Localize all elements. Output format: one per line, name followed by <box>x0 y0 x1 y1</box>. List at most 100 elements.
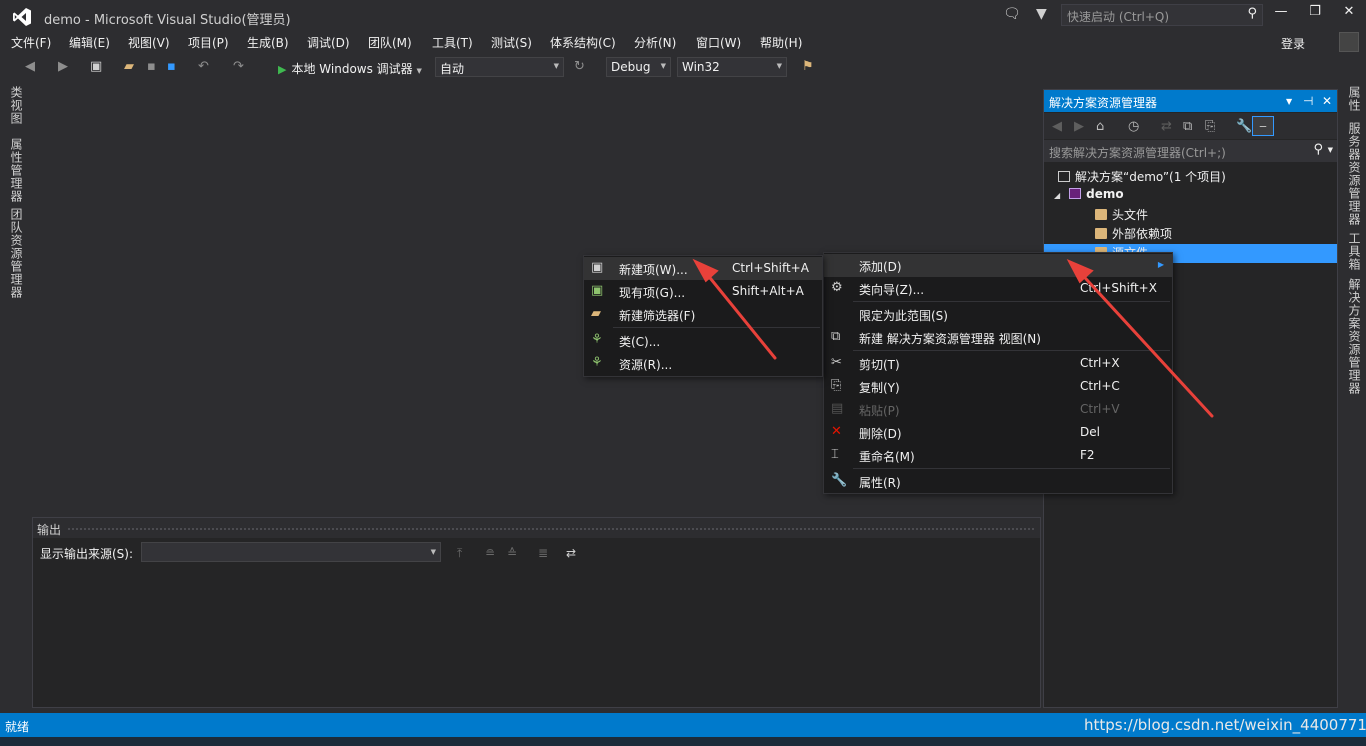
close-button[interactable]: ✕ <box>1339 4 1359 24</box>
menu-item-label: 类向导(Z)... <box>859 283 925 297</box>
refresh-icon[interactable]: ↻ <box>574 59 585 74</box>
menu-architecture[interactable]: 体系结构(C) <box>550 34 616 51</box>
tree-item-solution[interactable]: 解决方案“demo”(1 个项目) <box>1058 168 1226 187</box>
output-panel: 输出 显示输出来源(S): ▼ ⤒ ≘ ≙ ≣ ⇄ <box>32 517 1041 708</box>
class-icon: ⚘ <box>591 332 603 347</box>
menu-analyze[interactable]: 分析(N) <box>634 34 676 51</box>
menu-team[interactable]: 团队(M) <box>368 34 412 51</box>
configuration-select[interactable]: Debug ▼ <box>606 57 671 77</box>
show-all-files-icon[interactable]: ⎘ <box>1205 119 1215 134</box>
debug-type-select[interactable]: 自动 ▼ <box>435 57 564 77</box>
menu-item-properties[interactable]: 🔧 属性(R) <box>824 470 1172 493</box>
find-in-files-icon[interactable]: ⚑ <box>802 59 814 74</box>
tab-server-explorer[interactable]: 服务器资源管理器 <box>1346 122 1363 226</box>
clear-all-icon[interactable]: ≣ <box>538 546 548 560</box>
forward-icon[interactable]: ▶ <box>1074 119 1084 134</box>
minimize-button[interactable]: — <box>1271 4 1291 24</box>
submenu-item-class[interactable]: ⚘ 类(C)... <box>584 329 822 352</box>
menu-help[interactable]: 帮助(H) <box>760 34 802 51</box>
right-tool-tabs: 属性 服务器资源管理器 工具箱 解决方案资源管理器 <box>1338 80 1366 710</box>
back-icon[interactable]: ◀ <box>1052 119 1062 134</box>
menu-edit[interactable]: 编辑(E) <box>69 34 110 51</box>
tab-solution-explorer[interactable]: 解决方案资源管理器 <box>1346 278 1363 395</box>
output-title: 输出 <box>37 523 62 537</box>
start-debugging-button[interactable]: ▶ 本地 Windows 调试器 ▼ <box>278 57 422 77</box>
pin-icon[interactable]: ⊣ <box>1303 94 1313 108</box>
redo-icon[interactable]: ↷ <box>233 59 244 74</box>
tree-item-label: 外部依赖项 <box>1112 227 1173 241</box>
filter-icon[interactable]: ▼ <box>1036 6 1047 22</box>
menu-item-new-view[interactable]: ⧉ 新建 解决方案资源管理器 视图(N) <box>824 326 1172 349</box>
menu-debug[interactable]: 调试(D) <box>307 34 350 51</box>
menu-item-paste[interactable]: ▤ 粘贴(P) Ctrl+V <box>824 398 1172 421</box>
menu-tools[interactable]: 工具(T) <box>432 34 473 51</box>
back-icon[interactable]: ◀ <box>25 59 35 74</box>
tab-properties[interactable]: 属性 <box>1346 86 1363 112</box>
quick-launch-input[interactable]: 快速启动 (Ctrl+Q) ⚲ <box>1061 4 1263 26</box>
menu-view[interactable]: 视图(V) <box>128 34 170 51</box>
tree-item-external-deps[interactable]: 外部依赖项 <box>1095 225 1172 244</box>
menu-item-scope-to-this[interactable]: 限定为此范围(S) <box>824 303 1172 326</box>
folder-icon: ▰ <box>591 306 601 321</box>
menu-item-shortcut: Ctrl+C <box>1080 379 1120 393</box>
menu-item-delete[interactable]: ✕ 删除(D) Del <box>824 421 1172 444</box>
previous-message-icon[interactable]: ≘ <box>485 546 495 560</box>
output-source-select[interactable]: ▼ <box>141 542 441 562</box>
solution-explorer-title: 解决方案资源管理器 <box>1049 96 1158 110</box>
preview-icon[interactable]: ⎯ <box>1252 116 1274 136</box>
save-all-icon[interactable]: ▪ <box>167 59 176 74</box>
forward-icon[interactable]: ▶ <box>58 59 68 74</box>
solution-search-input[interactable]: 搜索解决方案资源管理器(Ctrl+;) ⚲ ▼ <box>1044 140 1337 162</box>
menu-test[interactable]: 测试(S) <box>491 34 532 51</box>
open-file-icon[interactable]: ▰ <box>124 59 134 74</box>
menu-build[interactable]: 生成(B) <box>247 34 289 51</box>
save-icon[interactable]: ▪ <box>147 59 156 74</box>
submenu-item-existing-item[interactable]: ▣ 现有项(G)... Shift+Alt+A <box>584 280 822 303</box>
tree-item-project[interactable]: ◢ demo <box>1054 187 1124 206</box>
chevron-down-icon: ▼ <box>553 62 559 70</box>
menu-item-shortcut: Ctrl+Shift+A <box>732 261 809 275</box>
collapse-all-icon[interactable]: ⧉ <box>1183 119 1192 134</box>
chevron-down-icon: ▼ <box>416 67 422 75</box>
tree-item-label: 解决方案“demo”(1 个项目) <box>1075 170 1226 184</box>
menu-item-rename[interactable]: ⌶ 重命名(M) F2 <box>824 444 1172 467</box>
feedback-icon[interactable]: 🗨 <box>1003 6 1021 22</box>
menu-item-class-wizard[interactable]: ⚙ 类向导(Z)... Ctrl+Shift+X <box>824 277 1172 300</box>
properties-wrench-icon[interactable]: 🔧 <box>1236 119 1252 134</box>
tab-team-explorer[interactable]: 团队资源管理器 <box>8 208 25 299</box>
solution-explorer-toolbar: ◀ ▶ ⌂ ◷ ⇄ ⧉ ⎘ 🔧 ⎯ <box>1044 113 1337 139</box>
new-project-icon[interactable]: ▣ <box>90 59 102 74</box>
grip-dots <box>67 527 1034 531</box>
watermark-text: https://blog.csdn.net/weixin_44007713 <box>1084 716 1366 734</box>
new-view-icon: ⧉ <box>831 329 841 344</box>
left-tool-tabs: 类视图 属性管理器 团队资源管理器 <box>0 80 32 710</box>
goto-line-icon[interactable]: ⤒ <box>457 546 462 561</box>
sync-icon[interactable]: ⇄ <box>1161 119 1172 134</box>
tree-item-header-files[interactable]: 头文件 <box>1095 206 1148 225</box>
menu-item-copy[interactable]: ⎘ 复制(Y) Ctrl+C <box>824 375 1172 398</box>
menu-project[interactable]: 项目(P) <box>188 34 229 51</box>
avatar[interactable] <box>1339 32 1359 52</box>
home-icon[interactable]: ⌂ <box>1096 119 1104 134</box>
chevron-down-icon[interactable]: ▼ <box>1286 97 1292 106</box>
platform-select[interactable]: Win32 ▼ <box>677 57 787 77</box>
menu-item-add[interactable]: 添加(D) ▶ <box>824 254 1172 277</box>
history-icon[interactable]: ◷ <box>1128 119 1139 134</box>
restore-button[interactable]: ❐ <box>1305 4 1325 24</box>
menu-item-cut[interactable]: ✂ 剪切(T) Ctrl+X <box>824 352 1172 375</box>
login-link[interactable]: 登录 <box>1281 35 1305 52</box>
menu-window[interactable]: 窗口(W) <box>696 34 741 51</box>
tab-property-manager[interactable]: 属性管理器 <box>8 138 25 203</box>
menu-file[interactable]: 文件(F) <box>11 34 51 51</box>
expanded-triangle-icon[interactable]: ◢ <box>1054 191 1060 200</box>
submenu-item-new-item[interactable]: ▣ 新建项(W)... Ctrl+Shift+A <box>584 257 822 280</box>
tab-toolbox[interactable]: 工具箱 <box>1346 232 1363 271</box>
next-message-icon[interactable]: ≙ <box>507 546 517 560</box>
menu-item-shortcut: Shift+Alt+A <box>732 284 804 298</box>
submenu-item-new-filter[interactable]: ▰ 新建筛选器(F) <box>584 303 822 326</box>
tab-class-view[interactable]: 类视图 <box>8 86 25 125</box>
undo-icon[interactable]: ↶ <box>198 59 209 74</box>
word-wrap-icon[interactable]: ⇄ <box>566 546 576 560</box>
close-icon[interactable]: ✕ <box>1322 94 1332 108</box>
submenu-item-resource[interactable]: ⚘ 资源(R)... <box>584 352 822 375</box>
